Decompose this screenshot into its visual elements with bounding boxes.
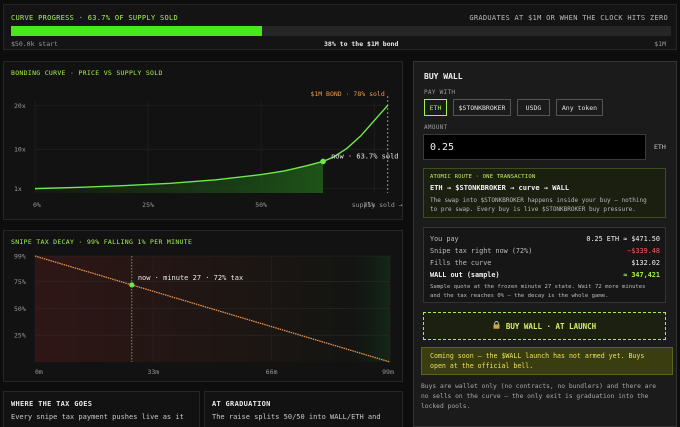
amount-unit: ETH: [654, 143, 666, 151]
route-flow: ETH → $STONKBROKER → curve → WALL: [430, 184, 570, 192]
bonding-curve-panel: BONDING CURVE · PRICE VS SUPPLY SOLD 1x 1…: [3, 61, 404, 220]
curve-area-fill: [35, 161, 324, 193]
atomic-route-box: ATOMIC ROUTE · ONE TRANSACTION ETH → $ST…: [423, 168, 666, 218]
progress-end-label: $1M: [654, 40, 666, 48]
y-tick-label: 20x: [14, 102, 26, 110]
quote-row-wall-out: WALL out (sample) ≈ 347,421: [430, 271, 660, 279]
lock-icon: [493, 321, 500, 331]
pay-option-any-token[interactable]: Any token: [556, 99, 603, 116]
coming-soon-banner: Coming soon — the $WALL launch has not a…: [421, 347, 673, 375]
x-tick-label: 50%: [255, 201, 267, 209]
price-curve-line: [34, 104, 389, 190]
amount-label: AMOUNT: [424, 124, 448, 131]
current-point: [129, 282, 135, 288]
amount-input[interactable]: [423, 134, 646, 160]
tax-goes-panel: WHERE THE TAX GOES Every snipe tax payme…: [3, 391, 200, 427]
pay-option-usdg[interactable]: USDG: [517, 99, 550, 116]
y-tick-label: 25%: [14, 332, 26, 340]
y-tick-label: 75%: [14, 278, 26, 286]
buy-wall-button[interactable]: BUY WALL · AT LAUNCH: [423, 312, 666, 340]
progress-center-label: 38% to the $1M bond: [324, 40, 399, 48]
y-tick-label: 50%: [14, 305, 26, 313]
quote-row-you-pay: You pay 0.25 ETH ≈ $471.50: [430, 235, 660, 243]
x-tick-label: supply sold →: [352, 201, 403, 209]
x-tick-label: 0m: [35, 368, 43, 376]
buy-wall-title: BUY WALL: [424, 72, 463, 81]
at-graduation-panel: AT GRADUATION The raise splits 50/50 int…: [204, 391, 403, 427]
bond-label: $1M BOND · 78% sold: [310, 90, 384, 98]
progress-fill: [11, 26, 262, 36]
pay-option-stonkbroker[interactable]: $STONKBROKER: [453, 99, 511, 116]
curve-progress-panel: CURVE PROGRESS · 63.7% OF SUPPLY SOLD GR…: [3, 4, 677, 50]
route-description: The swap into $STONKBROKER happens insid…: [430, 197, 647, 213]
quote-note: Sample quote at the frozen minute 27 sta…: [430, 284, 646, 299]
current-point-label: now · minute 27 · 72% tax: [138, 274, 243, 282]
route-title: ATOMIC ROUTE · ONE TRANSACTION: [430, 174, 536, 180]
x-tick-label: 33m: [147, 368, 159, 376]
pay-option-eth[interactable]: ETH: [424, 99, 447, 116]
snipe-tax-panel: SNIPE TAX DECAY · 99% FALLING 1% PER MIN…: [3, 230, 403, 382]
buy-button-label: BUY WALL · AT LAUNCH: [505, 321, 597, 331]
snipe-tax-chart: 25% 50% 75% 99% 0m 33m 66m 99m now · minute 27 ·…: [14, 253, 394, 377]
buy-footer-note: Buys are wallet only (no contracts, no b…: [421, 383, 657, 410]
progress-title: CURVE PROGRESS · 63.7% OF SUPPLY SOLD: [11, 14, 179, 22]
y-tick-label: 10x: [14, 146, 26, 154]
graduation-note: GRADUATES AT $1M OR WHEN THE CLOCK HITS …: [469, 14, 668, 22]
current-point-label: now · 63.7% sold · 7: [331, 152, 404, 160]
at-graduation-body: The raise splits 50/50 into WALL/ETH and: [212, 413, 381, 421]
x-tick-label: 66m: [266, 368, 278, 376]
y-tick-label: 99%: [14, 253, 26, 261]
at-graduation-title: AT GRADUATION: [212, 400, 271, 408]
pay-with-label: PAY WITH: [424, 89, 456, 96]
progress-track: [11, 26, 671, 36]
progress-start-label: $50.0k start: [11, 40, 58, 48]
quote-row-fills-curve: Fills the curve $132.02: [430, 259, 660, 267]
x-tick-label: 25%: [142, 201, 154, 209]
y-tick-label: 1x: [14, 185, 22, 193]
quote-box: You pay 0.25 ETH ≈ $471.50 Snipe tax righ…: [423, 227, 666, 303]
quote-row-snipe-tax: Snipe tax right now (72%) −$339.48: [430, 247, 660, 255]
bonding-curve-chart: 1x10x20x75%0% 25% 50% supply sold →$1M BOND…: [14, 90, 404, 209]
current-point: [320, 158, 326, 165]
x-tick-label: 99m: [382, 368, 394, 376]
tax-goes-body: Every snipe tax payment pushes live as i…: [11, 413, 184, 421]
x-tick-label: 0%: [33, 201, 41, 209]
tax-goes-title: WHERE THE TAX GOES: [11, 400, 93, 408]
